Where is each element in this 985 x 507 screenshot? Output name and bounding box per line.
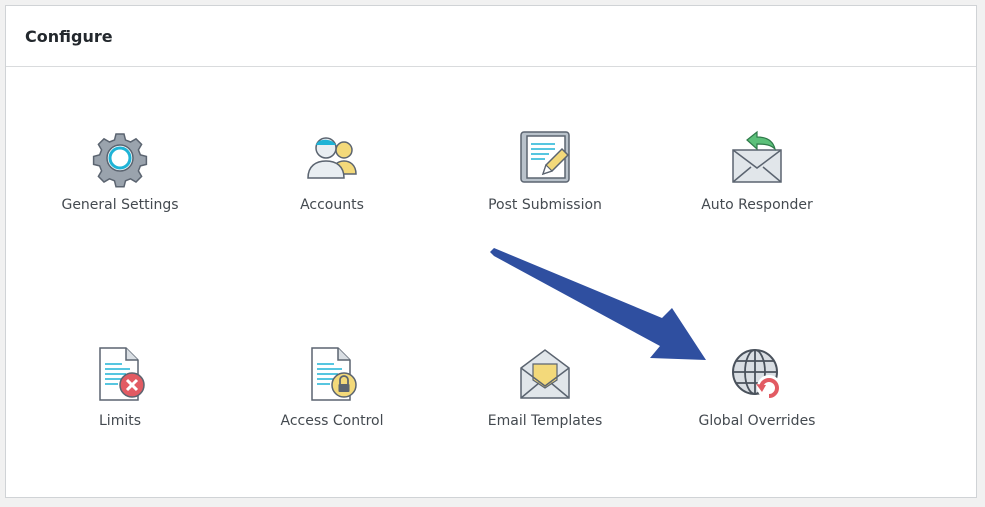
tile-label: Auto Responder (701, 197, 813, 213)
tile-global-overrides[interactable]: Global Overrides (657, 344, 857, 454)
open-envelope-icon (520, 349, 570, 399)
document-x-icon (99, 347, 145, 401)
panel-header: Configure (6, 6, 976, 67)
tile-label: Post Submission (488, 197, 602, 213)
tile-limits[interactable]: Limits (20, 344, 220, 454)
tile-label: Access Control (280, 413, 384, 429)
tile-general-settings[interactable]: General Settings (20, 128, 220, 238)
gear-icon (92, 133, 148, 188)
tile-label: General Settings (61, 197, 179, 213)
tile-post-submission[interactable]: Post Submission (445, 128, 645, 238)
tile-email-templates[interactable]: Email Templates (445, 344, 645, 454)
tile-label: Email Templates (487, 413, 603, 429)
tile-label: Limits (99, 413, 141, 429)
globe-refresh-icon (732, 349, 781, 399)
tile-label: Global Overrides (698, 413, 816, 429)
panel-title: Configure (25, 26, 113, 46)
envelope-reply-icon (732, 130, 782, 183)
tile-access-control[interactable]: Access Control (232, 344, 432, 454)
tile-accounts[interactable]: Accounts (232, 128, 432, 238)
document-lock-icon (311, 347, 357, 401)
document-edit-icon (520, 131, 570, 183)
tile-label: Accounts (300, 197, 364, 213)
users-icon (307, 137, 357, 179)
tile-auto-responder[interactable]: Auto Responder (657, 128, 857, 238)
